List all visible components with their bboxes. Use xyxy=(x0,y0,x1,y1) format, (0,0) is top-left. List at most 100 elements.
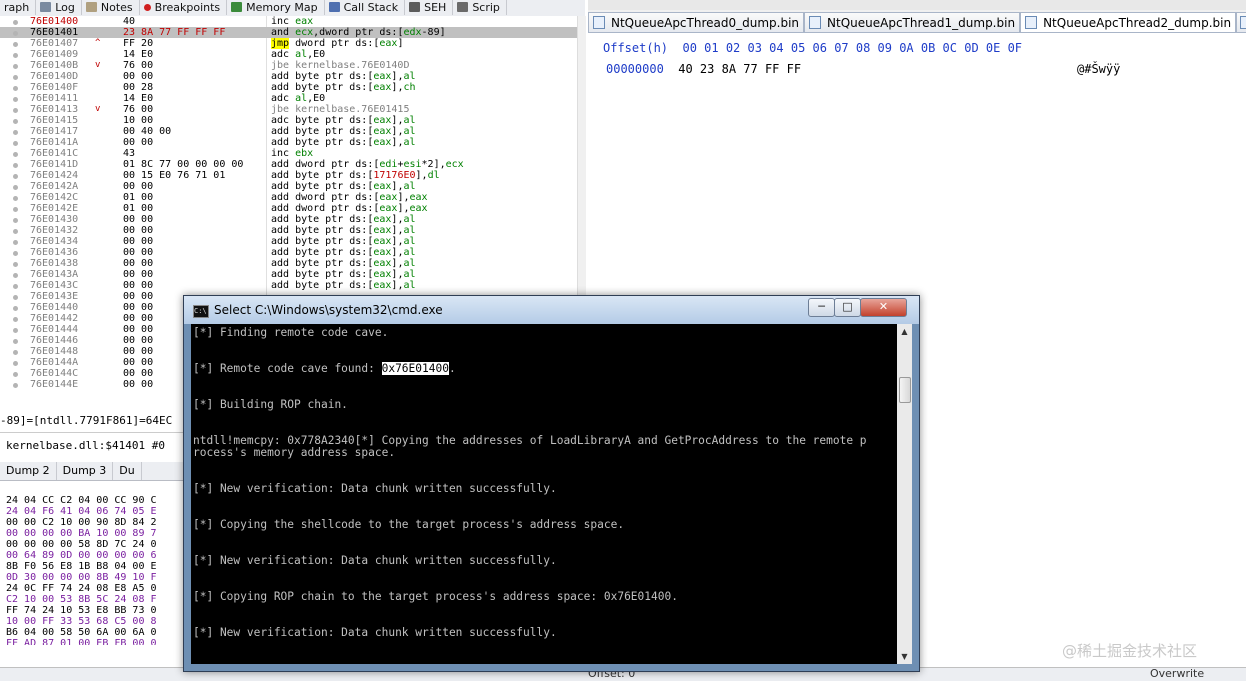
breakpoint-dot-icon[interactable] xyxy=(13,383,18,388)
maximize-button[interactable]: □ xyxy=(834,298,861,317)
dump-row[interactable]: 00 64 89 0D 00 00 00 00 6 xyxy=(6,550,157,561)
dump-row[interactable]: FF 74 24 10 53 E8 BB 73 0 xyxy=(6,605,157,616)
dump-row[interactable]: B6 04 00 58 50 6A 00 6A 0 xyxy=(6,627,157,638)
dump-row[interactable]: 00 00 00 00 58 8D 7C 24 0 xyxy=(6,539,157,550)
dump-row[interactable]: 00 00 00 00 BA 10 00 89 7 xyxy=(6,528,157,539)
breakpoint-dot-icon[interactable] xyxy=(13,75,18,80)
hex-file-tab-overflow[interactable] xyxy=(1236,12,1246,32)
disasm-row[interactable]: 76E01417 00 40 00 add byte ptr ds:[eax],al xyxy=(0,126,585,137)
scroll-down-arrow-icon[interactable]: ▼ xyxy=(898,649,911,664)
breakpoint-dot-icon[interactable] xyxy=(13,108,18,113)
breakpoint-dot-icon[interactable] xyxy=(13,251,18,256)
disasm-row[interactable]: 76E0141C 43 inc ebx xyxy=(0,148,585,159)
debugger-tab-log[interactable]: Log xyxy=(36,0,82,15)
cmd-window[interactable]: C:\ Select C:\Windows\system32\cmd.exe ─… xyxy=(183,295,920,672)
disasm-row[interactable]: 76E01407 ^ FF 20 jmp dword ptr ds:[eax] xyxy=(0,38,585,49)
disasm-row[interactable]: 76E0140F 00 28 add byte ptr ds:[eax],ch xyxy=(0,82,585,93)
breakpoint-dot-icon[interactable] xyxy=(13,295,18,300)
disasm-row[interactable]: 76E01432 00 00 add byte ptr ds:[eax],al xyxy=(0,225,585,236)
cmd-scrollbar-thumb[interactable] xyxy=(899,377,911,403)
breakpoint-dot-icon[interactable] xyxy=(13,42,18,47)
disasm-row[interactable]: 76E0142E 01 00 add dword ptr ds:[eax],eax xyxy=(0,203,585,214)
disasm-row[interactable]: 76E01401 23 8A 77 FF FF FF and ecx,dword p… xyxy=(0,27,585,38)
hex-row-bytes[interactable]: 40 23 8A 77 FF FF xyxy=(678,62,801,76)
breakpoint-dot-icon[interactable] xyxy=(13,53,18,58)
dump-row[interactable]: 8B F0 56 E8 1B B8 04 00 E xyxy=(6,561,157,572)
disasm-row[interactable]: 76E01411 14 E0 adc al,E0 xyxy=(0,93,585,104)
close-button[interactable]: ✕ xyxy=(860,298,907,317)
dump-tab[interactable]: Du xyxy=(113,462,142,480)
breakpoint-dot-icon[interactable] xyxy=(13,185,18,190)
breakpoint-dot-icon[interactable] xyxy=(13,372,18,377)
disasm-row[interactable]: 76E0141A 00 00 add byte ptr ds:[eax],al xyxy=(0,137,585,148)
scroll-up-arrow-icon[interactable]: ▲ xyxy=(898,324,911,339)
dump-row[interactable]: C2 10 00 53 8B 5C 24 08 F xyxy=(6,594,157,605)
breakpoint-dot-icon[interactable] xyxy=(13,174,18,179)
breakpoint-dot-icon[interactable] xyxy=(13,339,18,344)
breakpoint-dot-icon[interactable] xyxy=(13,229,18,234)
disasm-row[interactable]: 76E01413 v 76 00 jbe kernelbase.76E01415 xyxy=(0,104,585,115)
dump-row[interactable]: 24 04 F6 41 04 06 74 05 E xyxy=(6,506,157,517)
breakpoint-dot-icon[interactable] xyxy=(13,130,18,135)
breakpoint-dot-icon[interactable] xyxy=(13,273,18,278)
disasm-row[interactable]: 76E0143A 00 00 add byte ptr ds:[eax],al xyxy=(0,269,585,280)
hex-file-tab[interactable]: NtQueueApcThread2_dump.bin xyxy=(1020,12,1237,32)
disasm-row[interactable]: 76E01415 10 00 adc byte ptr ds:[eax],al xyxy=(0,115,585,126)
breakpoint-dot-icon[interactable] xyxy=(13,317,18,322)
dump-row[interactable]: 0D 30 00 00 00 8B 49 10 F xyxy=(6,572,157,583)
dump-view[interactable]: 24 04 CC C2 04 00 CC 90 C 24 04 F6 41 04 … xyxy=(0,495,185,645)
hex-file-tab[interactable]: NtQueueApcThread0_dump.bin xyxy=(588,12,805,32)
breakpoint-dot-icon[interactable] xyxy=(13,207,18,212)
dump-row[interactable]: 10 00 FF 33 53 68 C5 00 8 xyxy=(6,616,157,627)
disasm-row[interactable]: 76E0140B v 76 00 jbe kernelbase.76E0140D xyxy=(0,60,585,71)
dump-tab[interactable]: Dump 3 xyxy=(57,462,114,480)
disasm-row[interactable]: 76E0142A 00 00 add byte ptr ds:[eax],al xyxy=(0,181,585,192)
dump-row[interactable]: 24 0C FF 74 24 08 E8 A5 0 xyxy=(6,583,157,594)
disasm-row[interactable]: 76E01424 00 15 E0 76 71 01 add byte ptr ds… xyxy=(0,170,585,181)
breakpoint-dot-icon[interactable] xyxy=(13,350,18,355)
breakpoint-dot-icon[interactable] xyxy=(13,163,18,168)
breakpoint-dot-icon[interactable] xyxy=(13,328,18,333)
debugger-tab-notes[interactable]: Notes xyxy=(82,0,140,15)
disasm-row[interactable]: 76E01430 00 00 add byte ptr ds:[eax],al xyxy=(0,214,585,225)
dump-row[interactable]: 24 04 CC C2 04 00 CC 90 C xyxy=(6,495,157,506)
cmd-title-bar[interactable]: C:\ Select C:\Windows\system32\cmd.exe ─… xyxy=(184,296,919,324)
breakpoint-dot-icon[interactable] xyxy=(13,64,18,69)
disasm-row[interactable]: 76E0142C 01 00 add dword ptr ds:[eax],eax xyxy=(0,192,585,203)
breakpoint-dot-icon[interactable] xyxy=(13,361,18,366)
hex-row[interactable]: 00000000 40 23 8A 77 FF FF xyxy=(606,62,801,76)
disasm-row[interactable]: 76E01436 00 00 add byte ptr ds:[eax],al xyxy=(0,247,585,258)
breakpoint-dot-icon[interactable] xyxy=(13,306,18,311)
disasm-row[interactable]: 76E01400 40 inc eax xyxy=(0,16,585,27)
breakpoint-dot-icon[interactable] xyxy=(13,31,18,36)
minimize-button[interactable]: ─ xyxy=(808,298,835,317)
debugger-tab-call-stack[interactable]: Call Stack xyxy=(325,0,406,15)
disasm-row[interactable]: 76E0143C 00 00 add byte ptr ds:[eax],al xyxy=(0,280,585,291)
hex-row-ascii[interactable]: @#Šwÿÿ xyxy=(1077,62,1120,76)
disasm-row[interactable]: 76E01434 00 00 add byte ptr ds:[eax],al xyxy=(0,236,585,247)
breakpoint-dot-icon[interactable] xyxy=(13,240,18,245)
dump-row[interactable]: 00 00 C2 10 00 90 8D 84 2 xyxy=(6,517,157,528)
disasm-row[interactable]: 76E0140D 00 00 add byte ptr ds:[eax],al xyxy=(0,71,585,82)
debugger-tab-raph[interactable]: raph xyxy=(0,0,37,15)
breakpoint-dot-icon[interactable] xyxy=(13,86,18,91)
breakpoint-dot-icon[interactable] xyxy=(13,97,18,102)
breakpoint-dot-icon[interactable] xyxy=(13,20,18,25)
debugger-tab-seh[interactable]: SEH xyxy=(405,0,454,15)
breakpoint-dot-icon[interactable] xyxy=(13,152,18,157)
breakpoint-dot-icon[interactable] xyxy=(13,119,18,124)
cmd-selection[interactable]: 0x76E01400 xyxy=(381,362,449,375)
disasm-row[interactable]: 76E0141D 01 8C 77 00 00 00 00 add dword pt… xyxy=(0,159,585,170)
breakpoint-dot-icon[interactable] xyxy=(13,262,18,267)
breakpoint-dot-icon[interactable] xyxy=(13,284,18,289)
hex-file-tab[interactable]: NtQueueApcThread1_dump.bin xyxy=(804,12,1021,32)
breakpoint-dot-icon[interactable] xyxy=(13,141,18,146)
cmd-console-output[interactable]: [*] Finding remote code cave. [*] Remote … xyxy=(191,324,904,664)
disasm-row[interactable]: 76E01409 14 E0 adc al,E0 xyxy=(0,49,585,60)
debugger-tab-scrip[interactable]: Scrip xyxy=(453,0,507,15)
cmd-scrollbar[interactable]: ▲ ▼ xyxy=(897,324,912,664)
breakpoint-dot-icon[interactable] xyxy=(13,218,18,223)
dump-row[interactable]: FF AD 87 01 00 EB FB 00 0 xyxy=(6,638,157,645)
disasm-row[interactable]: 76E01438 00 00 add byte ptr ds:[eax],al xyxy=(0,258,585,269)
cmd-app-icon[interactable]: C:\ xyxy=(193,305,209,318)
